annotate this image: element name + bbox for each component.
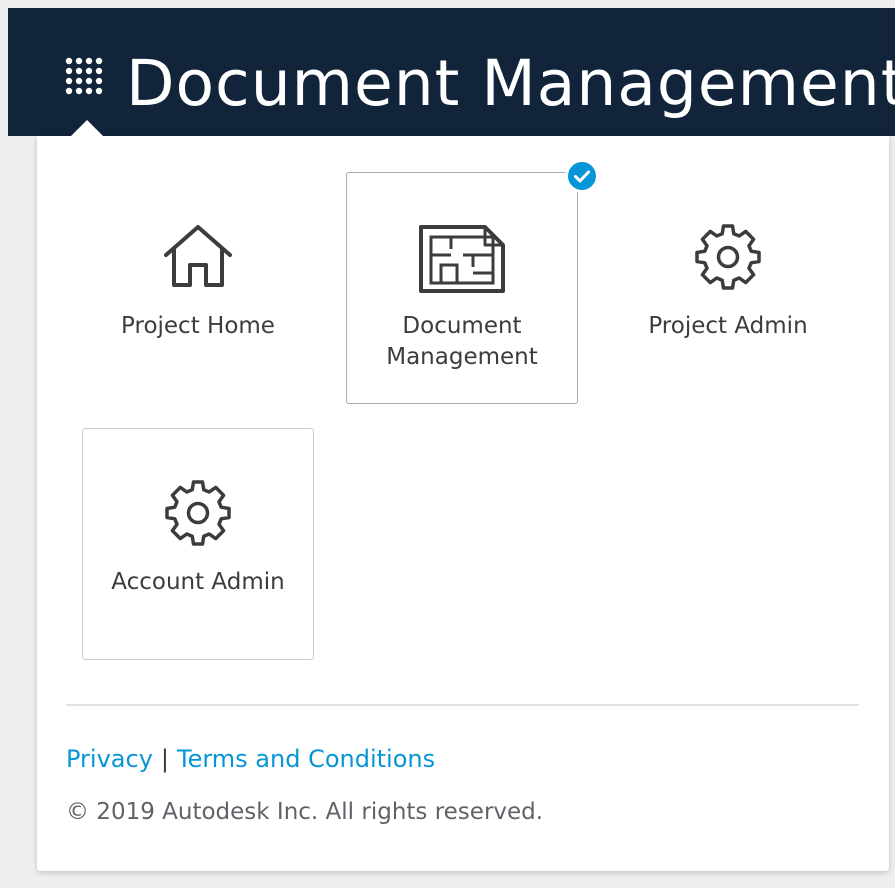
grid-dots-icon [65,57,103,95]
tile-label: Project Home [121,313,275,339]
link-separator: | [160,745,169,773]
gear-icon [165,480,231,546]
terms-link[interactable]: Terms and Conditions [177,745,435,773]
selected-check-badge [565,159,599,193]
footer-divider [66,704,859,706]
tile-label: Document Management [347,311,577,373]
app-title: Document Management [126,47,895,120]
house-icon [164,225,232,287]
tile-project-admin[interactable]: Project Admin [612,172,844,404]
floorplan-document-icon [419,225,505,293]
tile-account-admin[interactable]: Account Admin [82,428,314,660]
gear-icon [695,224,761,290]
tile-label-line: Management [386,344,538,370]
panel-caret [70,120,104,137]
tile-label: Project Admin [648,313,808,339]
tile-document-management[interactable]: Document Management [346,172,578,404]
checkmark-icon [574,170,590,183]
app-switcher-button[interactable] [64,56,108,100]
tile-project-home[interactable]: Project Home [82,172,314,404]
tile-label-line: Document [402,313,522,339]
app-switcher-page: Document Management Project Home Documen… [0,0,895,888]
privacy-link[interactable]: Privacy [66,745,153,773]
copyright-text: © 2019 Autodesk Inc. All rights reserved… [66,799,544,825]
tile-label: Account Admin [111,569,285,595]
top-bar: Document Management [8,8,895,136]
footer-links: Privacy | Terms and Conditions [66,742,435,776]
